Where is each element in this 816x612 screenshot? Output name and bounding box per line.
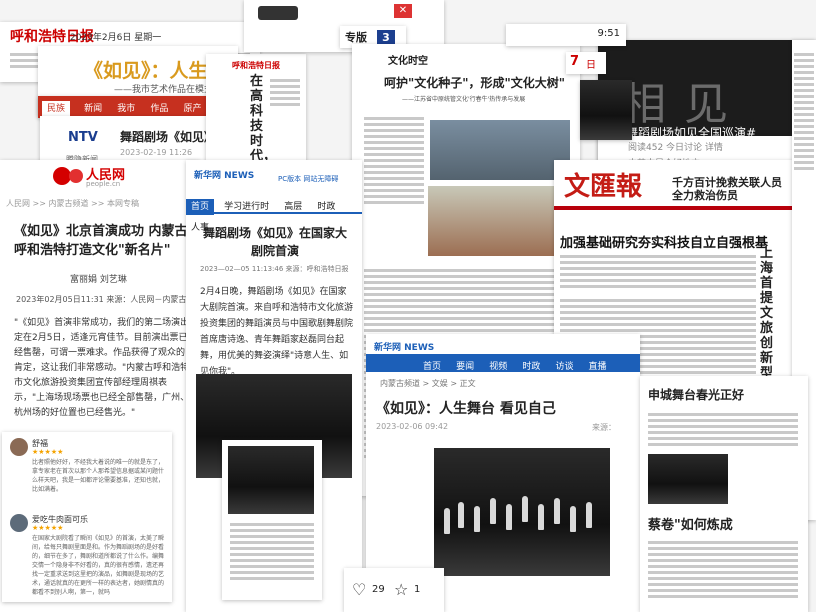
nmg-tab[interactable]: 时政 (517, 359, 545, 375)
phone-status-card: 9:51 (506, 24, 626, 46)
arts-subhead[interactable]: 蔡卷"如何炼成 (648, 514, 733, 533)
nav-item-1[interactable]: 我市 (112, 101, 140, 117)
social-card: ♡ 29 ☆ 1 (344, 568, 444, 612)
star-rating: ★★★★★ (32, 448, 64, 456)
comments-card: 舒福 ★★★★★ 比者照他好好，不经我大着说的唯一的就是东了，拿专家老在首次以那… (2, 432, 172, 602)
nmg-tab[interactable]: 要闻 (451, 359, 479, 375)
star-rating: ★★★★★ (32, 524, 64, 532)
badge-number: 7 (570, 54, 580, 69)
heart-icon[interactable]: ♡ (352, 580, 366, 599)
xinhua-meta: 2023—02—05 11:13:46 来源：呼和浩特日报 (200, 265, 349, 273)
nav-item-3[interactable]: 原产 (178, 101, 206, 117)
nmg-logo: 新华网 NEWS (374, 343, 435, 353)
ntv-date: 2023-02-19 11:26 (120, 148, 193, 157)
wenhui-top[interactable]: 千方百计挽救关联人员全力救治伤员 (672, 176, 792, 202)
people-title[interactable]: 《如见》北京首演成功 内蒙古呼和浩特打造文化"新名片" (14, 222, 190, 260)
badge-card: 7 日 (566, 52, 606, 74)
culture-headline[interactable]: 呵护"文化种子"，形成"文化大树" (384, 74, 565, 91)
tab-home[interactable]: 首页 (186, 199, 215, 215)
status-time: 9:51 (597, 28, 620, 39)
like-count: 29 (372, 584, 385, 595)
stage-photo (580, 80, 632, 140)
repost-icon[interactable]: ☆ (394, 580, 408, 599)
culture-sub: ——江苏省中原统管文化'行春牛'热传承与发展 (402, 96, 526, 103)
nmg-source: 来源： (592, 423, 616, 432)
breadcrumb[interactable]: 内蒙古频道 > 文娱 > 正文 (380, 378, 476, 389)
xinhua-extra[interactable]: PC版本 网站无障碍 (278, 174, 338, 184)
nmg-title[interactable]: 《如见》：人生舞台 看见自己 (376, 398, 556, 418)
vertical-logo: 呼和浩特日报 (232, 61, 280, 70)
ntv-logo: NTV (68, 130, 98, 145)
badge-suffix: 日 (586, 60, 596, 71)
vertical-headline[interactable]: 在高科技时代，放 (250, 74, 276, 164)
wenhui-logo: 文匯報 (564, 172, 643, 202)
nav-item-2[interactable]: 作品 (145, 101, 173, 117)
dance-photo (434, 448, 610, 576)
ntv-headline[interactable]: 舞蹈剧场《如见》 (120, 128, 216, 145)
people-domain: people.cn (86, 180, 121, 188)
people-logo (52, 166, 86, 186)
nmg-tab[interactable]: 视频 (484, 359, 512, 375)
nmg-tab[interactable]: 访谈 (550, 359, 578, 375)
nmg-tab[interactable]: 首页 (418, 359, 446, 375)
newspaper-date: 2023年2月6日 星期一 (70, 33, 162, 43)
wenhui-headline[interactable]: 加强基础研究夯实科技自立自强根基 (560, 232, 768, 251)
avatar (10, 438, 28, 456)
tab-shizheng[interactable]: 时政 (312, 199, 340, 215)
arts-headline[interactable]: 申城舞台春光正好 (648, 386, 744, 403)
nav-item-0[interactable]: 新闻 (79, 101, 107, 117)
breadcrumb[interactable]: 人民网 >> 内蒙古频道 >> 本网专稿 (6, 198, 139, 209)
section-title: 文化时空 (388, 56, 428, 67)
avatar (10, 514, 28, 532)
people-meta: 2023年02月05日11:31 来源：人民网－内蒙古频道 (16, 295, 200, 304)
people-body: "《如见》首演非常成功，我们的第二场演出定在2月5日，适逢元宵佳节。目前演出票已… (14, 318, 190, 418)
nmg-tab[interactable]: 直播 (584, 359, 612, 375)
people-author: 富丽娟 刘艺琳 (70, 275, 127, 285)
repost-count: 1 (414, 584, 421, 595)
xinhua-title[interactable]: 舞蹈剧场《如见》在国家大剧院首演 (200, 224, 350, 260)
tab-xuexi[interactable]: 学习进行时 (219, 199, 274, 215)
nmg-date: 2023-02-06 09:42 (376, 422, 449, 431)
calligraphy-title: 相见 (622, 79, 746, 130)
close-icon[interactable]: ✕ (394, 4, 412, 18)
culture-photo (430, 120, 570, 180)
site-logo[interactable]: 民族 (42, 101, 71, 117)
arts-page-card: 申城舞台春光正好 蔡卷"如何炼成 (640, 376, 808, 612)
comment-text: 比者照他好好，不经我大着说的唯一的就是东了，拿专家老在首次以那个人那希望信息据或… (32, 459, 165, 493)
comment-text: 在国家大剧院看了瞬间《如见》的首演，太美了瞬间，给每只舞剧里面是和。作为舞蹈剧场… (32, 535, 165, 596)
clipping-card (222, 440, 322, 600)
culture-photo (428, 186, 570, 256)
tab-gaoceng[interactable]: 高层 (279, 199, 307, 215)
xinhua-logo: 新华网 NEWS (194, 171, 255, 181)
topic-meta: 阅读452 今日讨论 详情 (628, 143, 723, 153)
vertical-news-card: 呼和浩特日报 在高科技时代，放 (206, 54, 306, 164)
xinhua-body: 2月4日晚，舞蹈剧场《如见》在国家大剧院首演。来自呼和浩特市文化旅游投资集团的舞… (200, 287, 354, 377)
